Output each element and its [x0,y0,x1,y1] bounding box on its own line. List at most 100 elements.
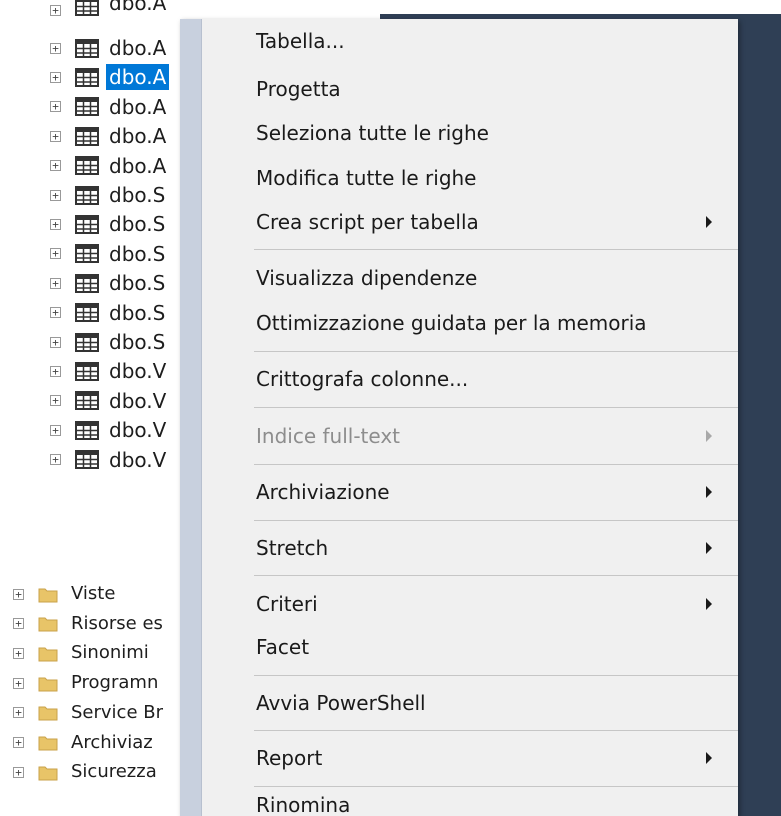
submenu-arrow-icon [706,598,712,610]
expand-icon[interactable]: + [50,395,61,407]
expand-icon[interactable]: + [13,647,24,659]
tree-node-label: dbo.A [109,36,167,60]
tree-node-table[interactable]: + dbo.S [50,239,168,269]
table-icon [75,97,99,117]
expand-icon[interactable]: + [50,277,61,289]
menu-item[interactable]: Report [256,744,322,772]
table-icon [75,185,99,205]
submenu-arrow-icon [706,216,712,228]
expand-icon[interactable]: + [13,618,24,630]
tree-node-table[interactable]: + dbo.S [50,298,168,328]
menu-item[interactable]: Facet [256,633,309,661]
tree-node-table[interactable]: + dbo.S [50,209,168,239]
tree-node-table[interactable]: + dbo.S [50,327,168,357]
tree-node-folder[interactable]: + Programn [13,668,161,698]
expand-icon[interactable]: + [50,365,61,377]
tree-node-table[interactable]: + dbo.A [50,151,169,181]
expand-icon[interactable]: + [13,588,24,600]
menu-item[interactable]: Criteri [256,590,318,618]
tree-node-folder[interactable]: + Viste [13,579,118,609]
table-icon [75,273,99,293]
menu-icon-gutter [180,19,202,816]
table-icon [75,391,99,411]
tree-node-folder[interactable]: + Sicurezza [13,757,160,787]
tree-node-table[interactable]: + dbo.A [50,92,169,122]
tree-node-table[interactable]: + dbo.A [50,62,170,92]
expand-icon[interactable]: + [50,189,61,201]
tree-node-folder[interactable]: + Sinonimi [13,638,152,668]
tree-node-label: dbo.S [109,330,166,354]
submenu-arrow-icon [706,430,712,442]
menu-item[interactable]: Crittografa colonne... [256,365,468,393]
menu-item[interactable]: Crea script per tabella [256,208,479,236]
menu-item[interactable]: Visualizza dipendenze [256,264,477,292]
menu-item[interactable]: Ottimizzazione guidata per la memoria [256,309,647,337]
tree-node-table[interactable]: + dbo.A [50,121,169,151]
tree-node-table[interactable]: + dbo.S [50,180,168,210]
tree-node-table[interactable]: + dbo.V [50,415,169,445]
table-icon [75,214,99,234]
folder-icon [38,736,58,751]
expand-icon[interactable]: + [13,677,24,689]
table-icon [75,450,99,470]
expand-icon[interactable]: + [50,101,61,113]
expand-icon[interactable]: + [50,454,61,466]
menu-item[interactable]: Stretch [256,534,328,562]
tree-node-label: dbo.A [109,124,167,149]
submenu-arrow-icon [706,542,712,554]
tree-node-table-partial[interactable]: + dbo.A [50,0,169,16]
expand-icon[interactable]: + [50,336,61,348]
context-menu: Tabella... Progetta Seleziona tutte le rig… [180,19,738,816]
expand-icon[interactable]: + [50,160,61,172]
tree-node-table[interactable]: + dbo.A [50,33,169,63]
tree-node-label: dbo.S [109,212,166,237]
table-icon [75,420,99,440]
expand-icon[interactable]: + [13,766,24,778]
folder-icon [38,647,58,662]
menu-item[interactable]: Archiviazione [256,478,390,506]
menu-separator [254,730,738,731]
tree-node-folder[interactable]: + Service Br [13,698,166,728]
menu-separator [254,249,738,250]
tree-node-table[interactable]: + dbo.V [50,445,169,475]
table-icon [75,332,99,352]
menu-item[interactable]: Avvia PowerShell [256,689,426,717]
table-icon [75,38,99,58]
expand-icon[interactable]: + [50,71,61,83]
tree-node-label: dbo.S [109,241,166,266]
folder-icon [38,588,58,602]
expand-icon[interactable]: + [50,130,61,142]
menu-item[interactable]: Tabella... [256,27,345,55]
tree-node-label: Viste [71,583,116,604]
expand-icon[interactable]: + [13,737,24,748]
expand-icon[interactable]: + [50,248,61,260]
tree-node-table[interactable]: + dbo.S [50,268,168,298]
tree-node-label: Service Br [71,701,163,723]
tree-node-folder[interactable]: + Risorse es [13,609,166,639]
tree-node-label: dbo.V [109,359,167,384]
expand-icon[interactable]: + [13,707,24,719]
menu-item[interactable]: Seleziona tutte le righe [256,119,489,147]
table-icon [75,361,99,381]
menu-separator [254,351,738,352]
folder-icon [38,617,58,632]
tree-node-label: dbo.V [109,447,167,472]
table-icon [75,67,99,87]
expand-icon[interactable]: + [50,218,61,230]
tree-node-label: dbo.S [109,271,166,296]
menu-item[interactable]: Rinomina [256,791,350,816]
object-explorer-tree: + dbo.A + dbo.A + dbo.A + dbo.A + dbo.A + dbo.A + d… [0,0,190,816]
expand-icon[interactable]: + [50,42,61,54]
tree-node-label: dbo.V [109,388,167,413]
tree-node-table[interactable]: + dbo.V [50,356,169,386]
tree-node-label: Sinonimi [71,642,149,664]
tree-node-table[interactable]: + dbo.V [50,386,169,416]
expand-icon[interactable]: + [50,424,61,436]
expand-icon[interactable]: + [50,5,61,16]
menu-item[interactable]: Modifica tutte le righe [256,164,477,192]
tree-node-label: dbo.S [109,183,166,207]
menu-item[interactable]: Progetta [256,75,341,103]
expand-icon[interactable]: + [50,307,61,319]
table-icon [75,126,99,146]
tree-node-folder[interactable]: + Archiviaz [13,728,156,758]
